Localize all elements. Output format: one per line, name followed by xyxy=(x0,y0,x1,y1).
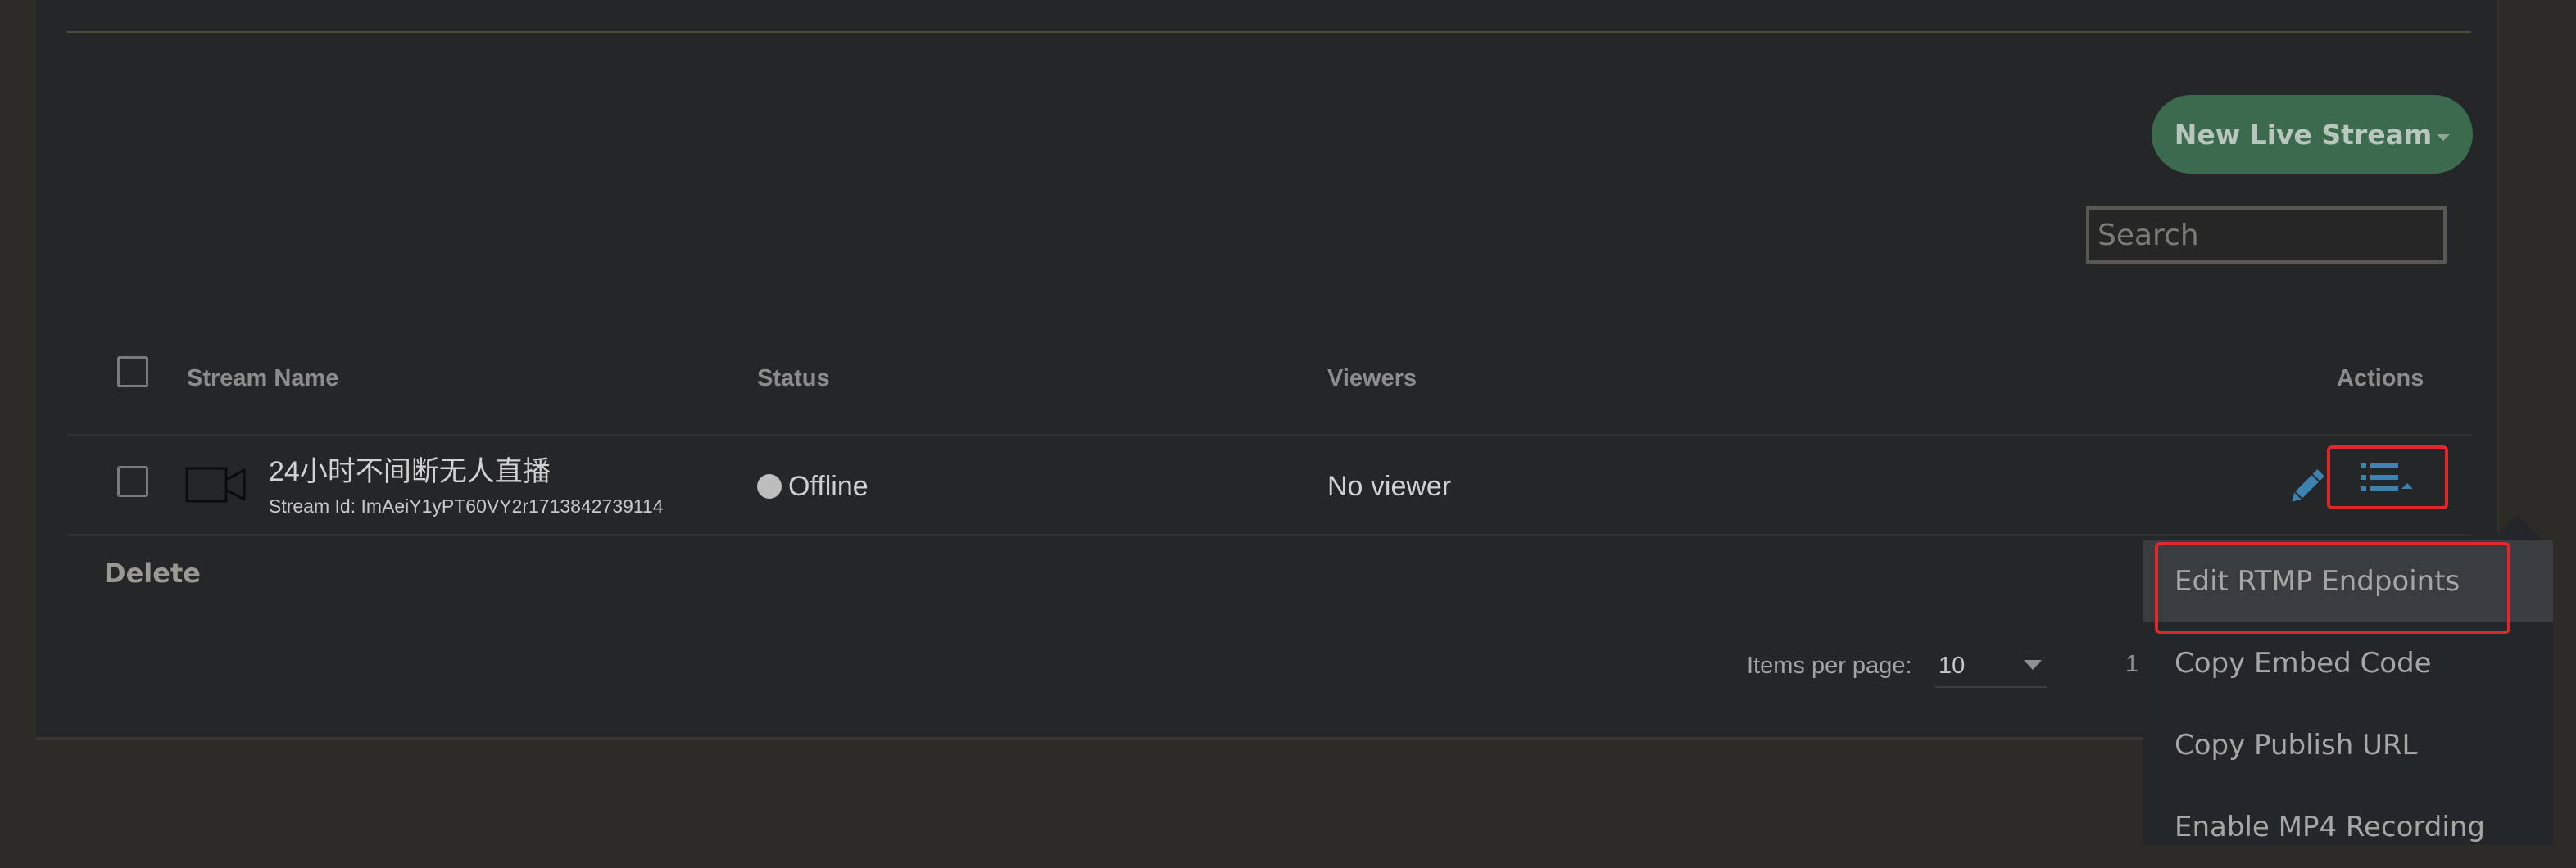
column-header-stream-name[interactable]: Stream Name xyxy=(187,364,338,393)
menu-item-enable-mp4-recording[interactable]: Enable MP4 Recording xyxy=(2143,786,2553,868)
caret-down-icon xyxy=(2437,134,2451,141)
items-per-page-select[interactable]: 10 xyxy=(1935,644,2047,688)
row-divider xyxy=(67,434,2471,436)
page-indicator: 1 xyxy=(2125,651,2139,677)
status-text: Offline xyxy=(788,471,868,502)
menu-item-copy-embed-code[interactable]: Copy Embed Code xyxy=(2143,622,2553,704)
items-per-page-value: 10 xyxy=(1939,653,1966,679)
menu-pointer xyxy=(2491,514,2543,540)
highlight-box xyxy=(2155,542,2510,634)
menu-item-copy-publish-url[interactable]: Copy Publish URL xyxy=(2143,704,2553,786)
video-camera-icon xyxy=(185,467,246,503)
divider xyxy=(67,31,2471,33)
search-input[interactable] xyxy=(2086,206,2447,264)
delete-button[interactable]: Delete xyxy=(104,557,201,590)
actions-menu-button[interactable] xyxy=(2327,445,2448,509)
pencil-icon[interactable] xyxy=(2286,467,2327,508)
items-per-page-label: Items per page: xyxy=(1747,653,1912,679)
stream-name[interactable]: 24小时不间断无人直播 xyxy=(269,455,551,488)
new-live-stream-button[interactable]: New Live Stream xyxy=(2152,95,2473,174)
select-all-checkbox[interactable] xyxy=(117,356,148,387)
column-header-actions: Actions xyxy=(2337,365,2424,391)
list-menu-icon xyxy=(2361,463,2413,491)
row-divider xyxy=(67,534,2471,536)
dropdown-arrow-icon xyxy=(2024,660,2042,670)
column-header-status[interactable]: Status xyxy=(757,364,830,393)
new-live-stream-label: New Live Stream xyxy=(2174,118,2433,151)
row-checkbox[interactable] xyxy=(117,466,148,497)
streams-panel xyxy=(36,0,2499,740)
column-header-viewers[interactable]: Viewers xyxy=(1327,364,1417,393)
stream-id: Stream Id: ImAeiY1yPT60VY2r1713842739114 xyxy=(269,495,664,517)
viewers-count: No viewer xyxy=(1327,471,1452,502)
status-dot xyxy=(757,474,782,499)
